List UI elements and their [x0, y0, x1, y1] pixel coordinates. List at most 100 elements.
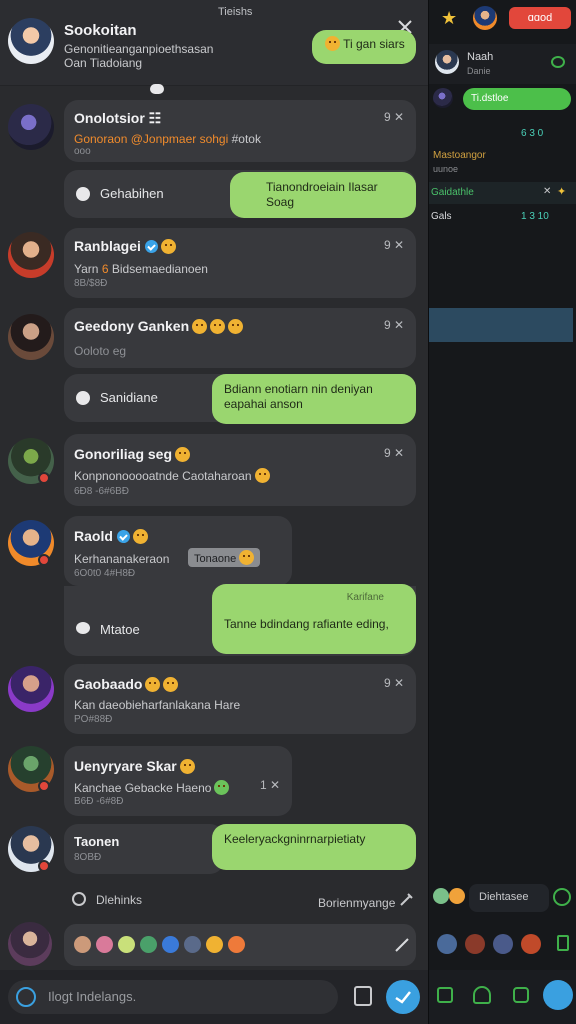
side-nav [429, 970, 576, 1024]
chat-item[interactable]: Raold Kerhananakeraon Tonaone 6O0t0 4#H8… [64, 516, 292, 586]
footer-left-label[interactable]: Dlehinks [96, 893, 142, 907]
chat-name: Gonoriliag seg [74, 446, 173, 462]
people-icon[interactable] [473, 986, 491, 1004]
chat-item[interactable]: Uenyryare Skar 1 ✕ Kanchae Gebacke Haeno… [64, 746, 292, 816]
side-row[interactable]: Gaidathle ✕ ✦ [429, 182, 576, 204]
clipboard-icon[interactable] [354, 986, 372, 1006]
side-row-name: Naah [467, 51, 494, 63]
avatar[interactable] [8, 666, 54, 712]
chat-meta: PO#88Ð [74, 714, 113, 725]
action-label: Sanidiane [100, 390, 158, 405]
attach-icon[interactable] [72, 892, 86, 906]
avatar [435, 50, 459, 74]
avatar[interactable] [8, 18, 54, 64]
reaction-avatar-icon[interactable] [493, 934, 513, 954]
emoji-icon [132, 529, 148, 544]
status-icon[interactable] [513, 987, 529, 1003]
verified-icon [144, 240, 158, 253]
footer-right-label[interactable]: Borienmyange [318, 896, 395, 910]
reaction-emoji-icon[interactable] [206, 936, 223, 953]
chat-preview: Kerhananakeraon [74, 552, 170, 566]
send-button[interactable] [386, 980, 420, 1014]
emoji-icon [192, 319, 208, 334]
inbox-icon[interactable] [437, 987, 453, 1003]
header-name: Sookoitan [64, 22, 137, 39]
status-badge [38, 780, 50, 792]
emoji-picker-icon[interactable] [16, 987, 36, 1007]
message-input[interactable]: Ilogt Indelangs. [8, 980, 338, 1014]
side-text-sub: uunoe [433, 164, 459, 174]
emoji-icon [228, 319, 244, 334]
reaction-avatar-icon[interactable] [184, 936, 201, 953]
chat-meta: 8B/$8Ð [74, 278, 108, 289]
reaction-avatar-icon[interactable] [118, 936, 135, 953]
emoji-icon [163, 677, 179, 692]
calls-icon[interactable] [543, 980, 573, 1010]
chat-item[interactable]: Taonen 8OBÐ [64, 824, 224, 874]
avatar[interactable] [8, 104, 54, 150]
top-action-button[interactable]: ɑɑod [509, 7, 571, 29]
emoji-icon [325, 36, 340, 51]
close-icon[interactable]: ✕ [543, 186, 551, 197]
chat-name: Raold [74, 528, 113, 544]
emoji-icon [175, 447, 191, 462]
reaction-avatar-icon[interactable] [140, 936, 157, 953]
verified-icon [116, 530, 130, 543]
sticker-icon [76, 187, 90, 201]
chat-time: 1 ✕ [260, 778, 281, 792]
reaction-avatars [433, 932, 573, 956]
clipboard-icon[interactable] [557, 935, 569, 951]
chat-bubble-icon [76, 622, 90, 634]
status-badge [38, 860, 50, 872]
avatar[interactable] [433, 88, 453, 108]
chat-name: Taonen [74, 834, 120, 849]
chat-icon[interactable] [551, 56, 565, 68]
avatar[interactable] [8, 922, 52, 966]
emoji-icon [214, 780, 230, 795]
side-text: Mastoangor [433, 150, 486, 161]
reaction-emoji-icon[interactable] [228, 936, 245, 953]
reaction-avatar-icon[interactable] [465, 934, 485, 954]
side-row[interactable]: Naah Danie [429, 44, 576, 84]
emoji-icon [160, 239, 176, 254]
side-row[interactable]: Gals 1 3 10 [429, 206, 576, 228]
pen-icon[interactable] [394, 937, 410, 953]
reaction-avatar-icon[interactable] [437, 934, 457, 954]
avatar[interactable] [8, 314, 54, 360]
avatar[interactable] [8, 232, 54, 278]
star-icon[interactable]: ★ [441, 8, 457, 29]
chat-meta: 6O0t0 4#H8Ð [74, 568, 136, 579]
emoji-icon [145, 677, 161, 692]
emoji-icon [179, 759, 195, 774]
chat-meta: B6Ð -6#8Ð [74, 796, 124, 807]
chat-item[interactable]: Gaobaado 9 ✕ Kan daeobieharfanlakana Har… [64, 664, 416, 734]
action-label: Mtatoe [100, 622, 140, 637]
reaction-bar[interactable] [64, 924, 416, 966]
selected-row[interactable] [429, 308, 573, 342]
chat-name: Gaobaado [74, 676, 143, 692]
star-icon[interactable]: ✦ [557, 185, 566, 198]
side-counts: 6 3 0 [521, 128, 544, 139]
chat-item[interactable]: Geedony Ganken 9 ✕ Ooloto eg [64, 308, 416, 368]
reaction-avatar-icon[interactable] [96, 936, 113, 953]
side-composer[interactable]: Diehtasee [469, 884, 549, 912]
side-label: Gaidathle [431, 187, 474, 198]
chat-name: Geedony Ganken [74, 318, 190, 334]
side-counts: 1 3 10 [521, 211, 549, 222]
side-label: Gals [431, 211, 452, 222]
chat-item[interactable]: Gonoriliag seg 9 ✕ Konpnonooooatnde Caot… [64, 434, 416, 506]
reaction-avatar-icon[interactable] [74, 936, 91, 953]
chat-item[interactable]: Ranblagei 9 ✕ Yarn 6 Bidsemaedianoen 8B/… [64, 228, 416, 298]
avatar[interactable] [473, 6, 497, 30]
reaction-avatar-icon[interactable] [162, 936, 179, 953]
edit-icon[interactable] [398, 892, 414, 908]
refresh-icon[interactable] [553, 888, 571, 906]
chat-item[interactable]: Onolotsior ☷ 9 ✕ Gonoraon @Jonpmaer sohg… [64, 100, 416, 162]
side-bubble: Ti.dstloe [463, 88, 571, 110]
message-bubble: Bdiann enotiarn nin deniyan eapahai anso… [212, 374, 416, 424]
chat-time: 9 ✕ [384, 238, 405, 252]
emoji-icon[interactable] [433, 888, 449, 904]
tag-label: Tonaone [188, 548, 261, 567]
reaction-avatar-icon[interactable] [521, 934, 541, 954]
emoji-icon[interactable] [449, 888, 465, 904]
